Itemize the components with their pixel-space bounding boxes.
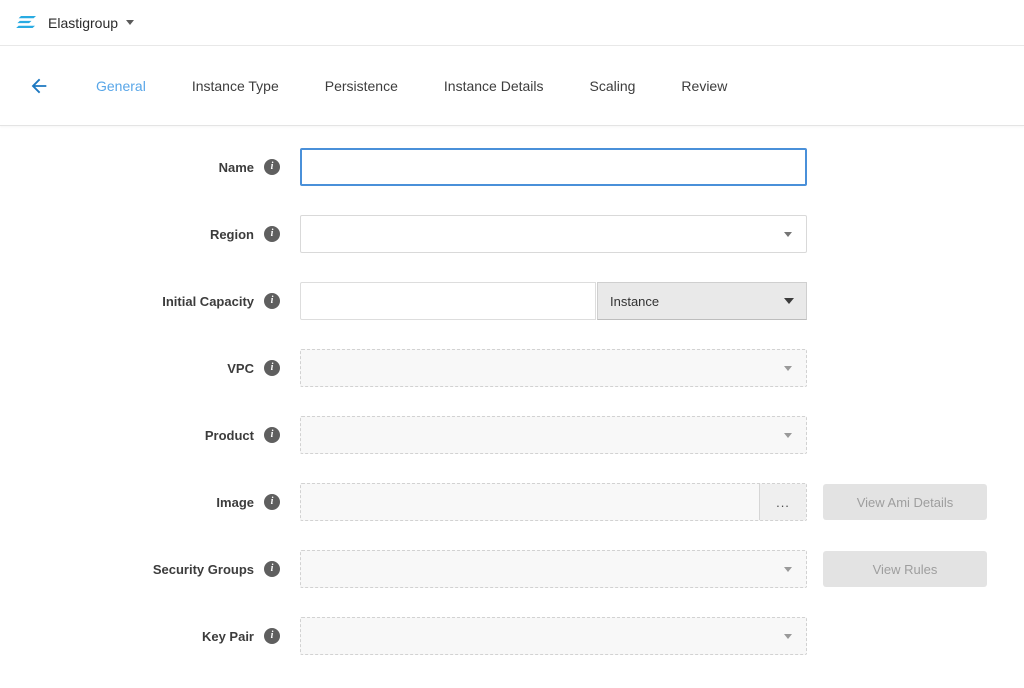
name-label-cell: Name i <box>0 159 280 175</box>
form-row-image: Image i ... View Ami Details <box>0 483 1024 521</box>
app-window: Elastigroup General Instance Type Persis… <box>0 0 1024 688</box>
region-label: Region <box>210 227 254 242</box>
keypair-select[interactable] <box>300 617 807 655</box>
info-icon[interactable]: i <box>264 494 280 510</box>
chevron-down-icon[interactable] <box>126 20 134 25</box>
chevron-down-icon <box>784 298 794 304</box>
capacity-unit-select[interactable]: Instance <box>597 282 807 320</box>
chevron-down-icon <box>784 232 792 237</box>
vpc-label: VPC <box>227 361 254 376</box>
initial-capacity-input[interactable] <box>300 282 596 320</box>
form-row-name: Name i <box>0 148 1024 186</box>
key-pair-label: Key Pair <box>202 629 254 644</box>
tab-review[interactable]: Review <box>681 78 727 94</box>
product-label-cell: Product i <box>0 427 280 443</box>
spotinst-logo-icon <box>16 15 38 30</box>
view-ami-details-button[interactable]: View Ami Details <box>823 484 987 520</box>
image-input[interactable] <box>301 484 759 520</box>
general-form: Name i Region i Initial Capacit <box>0 126 1024 655</box>
tab-persistence[interactable]: Persistence <box>325 78 398 94</box>
vpc-select[interactable] <box>300 349 807 387</box>
chevron-down-icon <box>784 366 792 371</box>
tab-scaling[interactable]: Scaling <box>590 78 636 94</box>
tab-instance-type[interactable]: Instance Type <box>192 78 279 94</box>
product-label: Product <box>205 428 254 443</box>
security-groups-label-cell: Security Groups i <box>0 561 280 577</box>
form-row-key-pair: Key Pair i <box>0 617 1024 655</box>
capacity-unit-value: Instance <box>610 294 659 309</box>
form-row-vpc: VPC i <box>0 349 1024 387</box>
form-row-initial-capacity: Initial Capacity i Instance <box>0 282 1024 320</box>
tabs: General Instance Type Persistence Instan… <box>96 78 727 94</box>
initial-capacity-label: Initial Capacity <box>162 294 254 309</box>
top-bar: Elastigroup <box>0 0 1024 46</box>
image-label: Image <box>216 495 254 510</box>
form-row-security-groups: Security Groups i View Rules <box>0 550 1024 588</box>
vpc-label-cell: VPC i <box>0 360 280 376</box>
chevron-down-icon <box>784 433 792 438</box>
initial-capacity-label-cell: Initial Capacity i <box>0 293 280 309</box>
security-groups-select[interactable] <box>300 550 807 588</box>
info-icon[interactable]: i <box>264 427 280 443</box>
image-browse-button[interactable]: ... <box>759 484 806 520</box>
image-field: ... <box>300 483 807 521</box>
form-row-region: Region i <box>0 215 1024 253</box>
chevron-down-icon <box>784 567 792 572</box>
info-icon[interactable]: i <box>264 360 280 376</box>
wizard-tab-bar: General Instance Type Persistence Instan… <box>0 46 1024 126</box>
tab-instance-details[interactable]: Instance Details <box>444 78 544 94</box>
info-icon[interactable]: i <box>264 159 280 175</box>
info-icon[interactable]: i <box>264 561 280 577</box>
info-icon[interactable]: i <box>264 628 280 644</box>
form-row-product: Product i <box>0 416 1024 454</box>
back-button[interactable] <box>26 73 52 99</box>
name-input[interactable] <box>300 148 807 186</box>
chevron-down-icon <box>784 634 792 639</box>
key-pair-label-cell: Key Pair i <box>0 628 280 644</box>
info-icon[interactable]: i <box>264 293 280 309</box>
app-title[interactable]: Elastigroup <box>48 15 118 31</box>
security-groups-label: Security Groups <box>153 562 254 577</box>
view-rules-button[interactable]: View Rules <box>823 551 987 587</box>
region-select[interactable] <box>300 215 807 253</box>
region-label-cell: Region i <box>0 226 280 242</box>
product-select[interactable] <box>300 416 807 454</box>
info-icon[interactable]: i <box>264 226 280 242</box>
name-label: Name <box>219 160 254 175</box>
image-label-cell: Image i <box>0 494 280 510</box>
tab-general[interactable]: General <box>96 78 146 94</box>
